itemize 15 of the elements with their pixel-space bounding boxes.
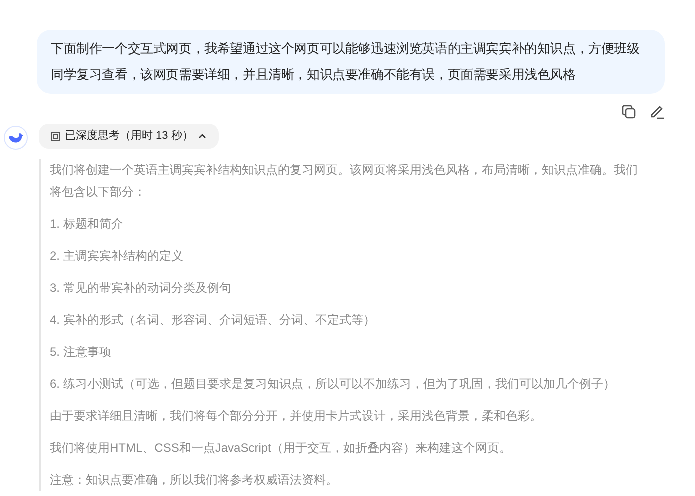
thinking-paragraph: 1. 标题和简介 bbox=[50, 216, 124, 233]
edit-icon[interactable] bbox=[649, 104, 665, 120]
thinking-paragraph: 由于要求详细且清晰，我们将每个部分分开，并使用卡片式设计，采用浅色背景，柔和色彩。 bbox=[50, 408, 543, 425]
thinking-toggle[interactable]: 已深度思考（用时 13 秒） bbox=[39, 124, 220, 149]
thinking-paragraph: 5. 注意事项 bbox=[50, 344, 112, 361]
thinking-paragraph: 我们将使用HTML、CSS和一点JavaScript（用于交互，如折叠内容）来构建这个网页。 bbox=[50, 440, 512, 457]
thinking-paragraph: 2. 主调宾宾补结构的定义 bbox=[50, 248, 184, 265]
thinking-paragraph: 注意：知识点要准确，所以我们将参考权威语法资料。 bbox=[50, 472, 339, 489]
user-message: 下面制作一个交互式网页，我希望通过这个网页可以能够迅速浏览英语的主调宾宾补的知识点，方便班级同学复习查看，该网页需要详细，并且清晰，知识点要准确不能有误，页面需要采用浅色风格 bbox=[37, 30, 665, 94]
thinking-paragraph: 6. 练习小测试（可选，但题目要求是复习知识点，所以可以不加练习，但为了巩固，我们可以加几个例子） bbox=[50, 376, 616, 393]
thinking-paragraph: 3. 常见的带宾补的动词分类及例句 bbox=[50, 280, 232, 297]
copy-icon[interactable] bbox=[621, 104, 637, 120]
thinking-icon bbox=[51, 132, 60, 141]
thinking-paragraph: 我们将创建一个英语主调宾宾补结构知识点的复习网页。该网页将采用浅色风格，布局清晰，知识点准确。我们将包含以下部分： bbox=[50, 162, 639, 201]
thinking-paragraph: 4. 宾补的形式（名词、形容词、介词短语、分词、不定式等） bbox=[50, 312, 376, 329]
